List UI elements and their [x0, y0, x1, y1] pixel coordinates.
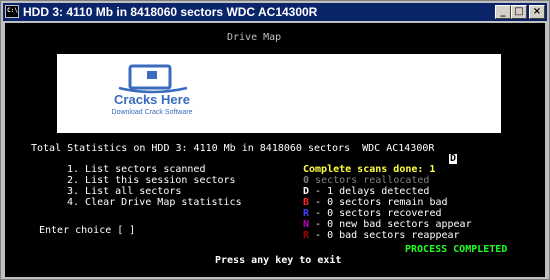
- logo-tagline: Download Crack Software: [111, 109, 193, 116]
- delay-marker: D: [449, 153, 457, 164]
- stat-row: 0 sectors reallocated: [303, 175, 429, 186]
- console-icon[interactable]: [5, 5, 19, 18]
- stat-text: - 0 bad sectors reappear: [309, 230, 460, 241]
- logo-brand: Cracks Here: [114, 92, 190, 107]
- drive-map-title: Drive Map: [227, 32, 282, 43]
- exit-prompt: Press any key to exit: [215, 255, 342, 266]
- console-window: HDD 3: 4110 Mb in 8418060 sectors WDC AC…: [0, 0, 550, 280]
- enter-choice-prompt[interactable]: Enter choice [ ]: [39, 225, 135, 236]
- stat-text: - 0 sectors remain bad: [309, 197, 448, 208]
- cracks-here-logo: Cracks Here Download Crack Software: [97, 62, 207, 122]
- menu-item-2[interactable]: 2. List this session sectors: [67, 175, 236, 186]
- stat-text: sectors reallocated: [309, 175, 430, 186]
- menu-item-3[interactable]: 3. List all sectors: [67, 186, 181, 197]
- stat-row: N - 0 new bad sectors appear: [303, 219, 472, 230]
- statistics-line: Total Statistics on HDD 3: 4110 Mb in 84…: [31, 143, 435, 154]
- title-bar[interactable]: HDD 3: 4110 Mb in 8418060 sectors WDC AC…: [3, 3, 547, 21]
- maximize-button[interactable]: □: [511, 5, 527, 19]
- stat-row: D - 1 delays detected: [303, 186, 429, 197]
- stat-row: B - 0 sectors remain bad: [303, 197, 448, 208]
- computer-icon: [118, 64, 188, 94]
- minimize-button[interactable]: _: [495, 5, 511, 19]
- stat-row: R - 0 sectors recovered: [303, 208, 441, 219]
- process-status: PROCESS COMPLETED: [405, 244, 508, 255]
- stat-text: - 0 new bad sectors appear: [309, 219, 472, 230]
- console-area[interactable]: Drive Map Cracks Here Download Crack Sof…: [5, 23, 545, 277]
- window-title: HDD 3: 4110 Mb in 8418060 sectors WDC AC…: [23, 5, 318, 19]
- drive-map: Cracks Here Download Crack Software D: [57, 54, 501, 164]
- close-button[interactable]: ×: [529, 5, 545, 19]
- stat-text: - 0 sectors recovered: [309, 208, 442, 219]
- menu-item-4[interactable]: 4. Clear Drive Map statistics: [67, 197, 242, 208]
- stat-text: - 1 delays detected: [309, 186, 430, 197]
- menu-item-1[interactable]: 1. List sectors scanned: [67, 164, 205, 175]
- stat-row: R - 0 bad sectors reappear: [303, 230, 460, 241]
- complete-scans: Complete scans done: 1: [303, 164, 436, 175]
